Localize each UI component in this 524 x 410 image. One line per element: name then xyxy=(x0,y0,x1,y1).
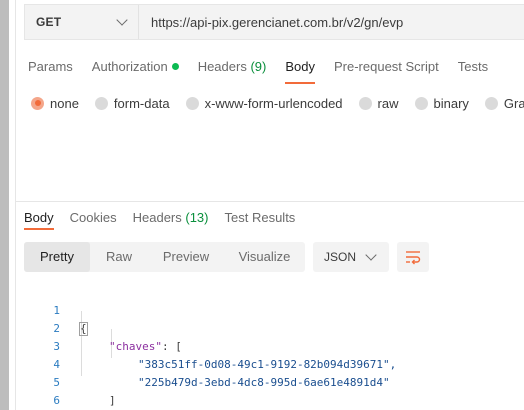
code-line: 6 } xyxy=(24,374,60,407)
radio-label: form-data xyxy=(113,95,170,111)
wrap-lines-icon xyxy=(406,251,421,265)
tab-tests[interactable]: Tests xyxy=(458,54,488,82)
close-bracket: ] xyxy=(109,394,116,407)
tab-label: Cookies xyxy=(69,210,117,225)
radio-label: binary xyxy=(433,95,469,111)
open-brace: { xyxy=(79,322,88,336)
response-tab-body[interactable]: Body xyxy=(24,209,54,231)
tab-label: Body xyxy=(285,59,315,74)
request-bar: GET https://api-pix.gerencianet.com.br/v… xyxy=(24,4,524,40)
response-tab-headers[interactable]: Headers (13) xyxy=(133,209,209,231)
radio-label: none xyxy=(50,95,79,111)
code-line: 2 "chaves": [ xyxy=(24,302,181,353)
tab-label: Headers xyxy=(132,210,182,225)
method-select[interactable]: GET xyxy=(25,5,139,39)
json-string: "383c51ff-0d08-49c1-9192-82b094d39671", xyxy=(138,358,397,371)
tab-body[interactable]: Body xyxy=(285,54,315,84)
code-line: 4 "225b479d-3ebd-4dc8-995d-6ae61e4891d4" xyxy=(24,338,389,389)
response-divider[interactable] xyxy=(16,201,524,202)
line-number: 6 xyxy=(53,394,60,407)
chevron-down-icon xyxy=(116,14,128,26)
tab-pre-request-script[interactable]: Pre-request Script xyxy=(334,54,439,82)
code-line: 1 { xyxy=(24,284,88,336)
json-key: "chaves" xyxy=(109,340,162,353)
radio-form-data[interactable]: form-data xyxy=(94,95,170,111)
radio-graphql[interactable]: Grap xyxy=(484,95,524,111)
view-raw-button[interactable]: Raw xyxy=(90,242,148,272)
json-string: "225b479d-3ebd-4dc8-995d-6ae61e4891d4" xyxy=(138,376,390,389)
tab-label: Pre-request Script xyxy=(333,59,439,74)
format-label: JSON xyxy=(324,250,357,264)
radio-x-www-form-urlencoded[interactable]: x-www-form-urlencoded xyxy=(185,95,343,111)
radio-none[interactable]: none xyxy=(31,96,79,111)
tab-label: Authorization xyxy=(91,59,168,74)
request-tabs: Params Authorization Headers (9) Body Pr… xyxy=(28,54,507,84)
line-content: { xyxy=(79,320,88,338)
headers-count: (9) xyxy=(250,59,267,74)
view-visualize-button[interactable]: Visualize xyxy=(224,242,305,272)
view-preview-button[interactable]: Preview xyxy=(148,242,224,272)
wrap-lines-button[interactable] xyxy=(397,242,429,272)
tab-label: Test Results xyxy=(224,210,296,225)
panel-divider[interactable] xyxy=(15,0,16,410)
format-select[interactable]: JSON xyxy=(313,242,389,272)
json-punct: : [ xyxy=(161,340,182,353)
status-dot-icon xyxy=(171,63,179,70)
radio-icon xyxy=(484,96,498,110)
radio-icon xyxy=(94,96,108,110)
code-line: 5 ] xyxy=(24,356,115,407)
radio-label: raw xyxy=(377,95,399,111)
tab-authorization[interactable]: Authorization xyxy=(92,54,179,82)
response-tabs: Body Cookies Headers (13) Test Results xyxy=(24,209,311,233)
left-panel-edge xyxy=(0,0,9,410)
response-tab-test-results[interactable]: Test Results xyxy=(225,209,296,231)
tab-headers[interactable]: Headers (9) xyxy=(198,54,267,82)
tab-params[interactable]: Params xyxy=(28,54,73,82)
radio-icon xyxy=(414,96,428,110)
tab-label: Body xyxy=(24,210,54,225)
radio-binary[interactable]: binary xyxy=(414,95,469,111)
radio-checked-icon xyxy=(31,96,44,110)
url-input[interactable]: https://api-pix.gerencianet.com.br/v2/gn… xyxy=(139,15,403,30)
tab-label: Tests xyxy=(457,59,489,74)
chevron-down-icon xyxy=(365,249,377,261)
response-tab-cookies[interactable]: Cookies xyxy=(70,209,117,231)
method-label: GET xyxy=(36,15,62,29)
radio-icon xyxy=(358,96,372,110)
code-line: 3 "383c51ff-0d08-49c1-9192-82b094d39671"… xyxy=(24,320,396,371)
tab-label: Params xyxy=(28,59,73,74)
radio-raw[interactable]: raw xyxy=(358,95,399,111)
line-content: "225b479d-3ebd-4dc8-995d-6ae61e4891d4" xyxy=(138,374,390,392)
radio-icon xyxy=(185,96,199,110)
body-type-options: none form-data x-www-form-urlencoded raw… xyxy=(31,93,524,113)
line-content: "383c51ff-0d08-49c1-9192-82b094d39671", xyxy=(138,356,396,374)
view-mode-toggle: Pretty Raw Preview Visualize xyxy=(24,242,305,272)
line-content: "chaves": [ xyxy=(109,338,182,356)
line-content: ] xyxy=(109,392,116,410)
response-headers-count: (13) xyxy=(185,210,209,225)
view-pretty-button[interactable]: Pretty xyxy=(24,242,90,272)
tab-label: Headers xyxy=(197,59,247,74)
radio-label: x-www-form-urlencoded xyxy=(204,95,343,111)
response-body-viewer[interactable]: 1 { 2 "chaves": [ 3 "383c51ff-0d08-49c1-… xyxy=(24,284,524,407)
radio-label: Grap xyxy=(503,95,524,111)
